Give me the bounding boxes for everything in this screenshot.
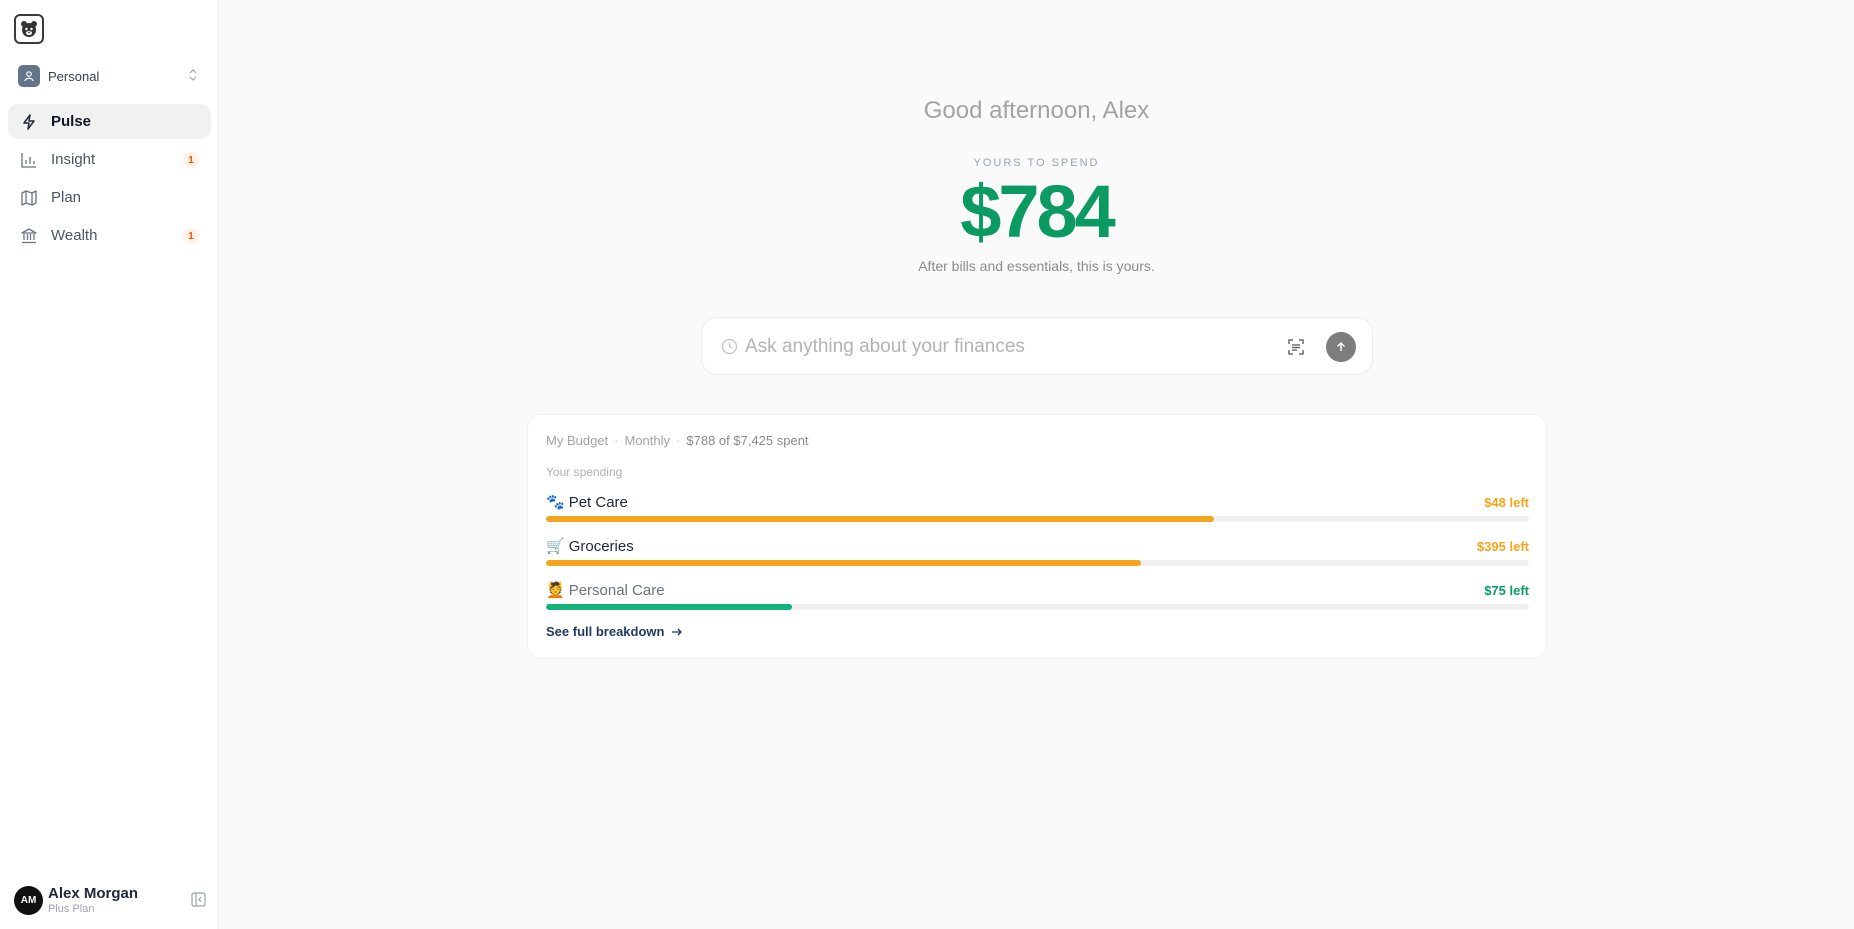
bank-icon [20, 227, 38, 245]
bar-chart-icon [20, 151, 38, 169]
notification-badge: 1 [183, 228, 199, 244]
separator: · [676, 433, 681, 448]
sidebar-item-label: Insight [51, 151, 96, 168]
budget-category-pet-care[interactable]: 🐾 Pet Care $48 left [546, 493, 1529, 527]
bolt-icon [20, 113, 38, 131]
bear-logo-icon [21, 21, 37, 37]
sidebar-item-wealth[interactable]: Wealth 1 [8, 218, 211, 253]
progress-track [546, 560, 1529, 566]
sidebar-item-label: Wealth [51, 227, 98, 244]
greeting: Good afternoon, Alex [923, 97, 1150, 124]
budget-spent-summary: $788 of $7,425 spent [686, 433, 809, 448]
person-icon [24, 71, 34, 82]
budget-card: My Budget · Monthly · $788 of $7,425 spent Y… [527, 414, 1547, 659]
user-plan: Plus Plan [48, 902, 95, 915]
history-clock-icon[interactable] [721, 338, 738, 360]
separator: · [614, 433, 619, 448]
category-remaining: $75 left [1484, 583, 1529, 598]
category-name: 🛒 Groceries [546, 537, 634, 556]
sidebar-item-insight[interactable]: Insight 1 [8, 142, 211, 177]
budget-meta: My Budget · Monthly · $788 of $7,425 spent [546, 433, 809, 448]
user-name: Alex Morgan [48, 884, 139, 902]
spend-amount: $784 [960, 170, 1116, 253]
sidebar-item-plan[interactable]: Plan [8, 180, 211, 215]
scan-icon[interactable] [1287, 338, 1305, 361]
workspace-label: Personal [48, 68, 100, 84]
section-label: Your spending [546, 465, 623, 479]
sidebar-item-label: Pulse [51, 113, 92, 130]
category-name: 💆 Personal Care [546, 581, 665, 600]
budget-category-groceries[interactable]: 🛒 Groceries $395 left [546, 537, 1529, 571]
chevron-up-down-icon [188, 68, 198, 87]
user-info: Alex Morgan Plus Plan [48, 885, 138, 916]
progress-fill [546, 560, 1141, 566]
category-name: 🐾 Pet Care [546, 493, 628, 512]
send-button[interactable] [1326, 332, 1356, 362]
spa-icon: 💆 [546, 582, 565, 599]
category-label: Groceries [568, 537, 634, 555]
app-logo[interactable] [14, 14, 44, 44]
category-label: Personal Care [568, 581, 665, 599]
ask-bar [701, 317, 1373, 375]
arrow-right-icon [672, 628, 683, 635]
spend-label: YOURS TO SPEND [973, 157, 1100, 169]
link-label: See full breakdown [546, 624, 665, 639]
sidebar-item-label: Plan [51, 189, 82, 206]
map-icon [20, 189, 38, 207]
spend-subtitle: After bills and essentials, this is your… [918, 258, 1155, 274]
see-full-breakdown-link[interactable]: See full breakdown [546, 624, 684, 639]
cart-icon: 🛒 [546, 538, 565, 555]
progress-fill [546, 604, 792, 610]
category-label: Pet Care [568, 493, 628, 511]
sidebar-nav: Pulse Insight 1 Plan Wealth 1 [8, 104, 211, 256]
arrow-up-icon [1337, 342, 1345, 351]
sidebar-item-pulse[interactable]: Pulse [8, 104, 211, 139]
category-remaining: $48 left [1484, 495, 1529, 510]
ask-input[interactable] [745, 330, 1285, 364]
budget-category-personal-care[interactable]: 💆 Personal Care $75 left [546, 581, 1529, 615]
avatar: AM [14, 885, 43, 915]
budget-period[interactable]: Monthly [625, 433, 671, 448]
progress-track [546, 516, 1529, 522]
category-remaining: $395 left [1476, 539, 1529, 554]
workspace-avatar [18, 65, 40, 87]
budget-name[interactable]: My Budget [546, 433, 608, 448]
progress-track [546, 604, 1529, 610]
paw-icon: 🐾 [546, 494, 565, 511]
notification-badge: 1 [183, 152, 199, 168]
workspace-switcher[interactable]: Personal [18, 65, 198, 87]
progress-fill [546, 516, 1215, 522]
sidebar: Personal Pulse Insight 1 Plan Wealth 1 A… [0, 0, 219, 929]
collapse-sidebar-icon[interactable] [191, 892, 206, 912]
user-profile[interactable]: AM Alex Morgan Plus Plan [14, 883, 206, 917]
